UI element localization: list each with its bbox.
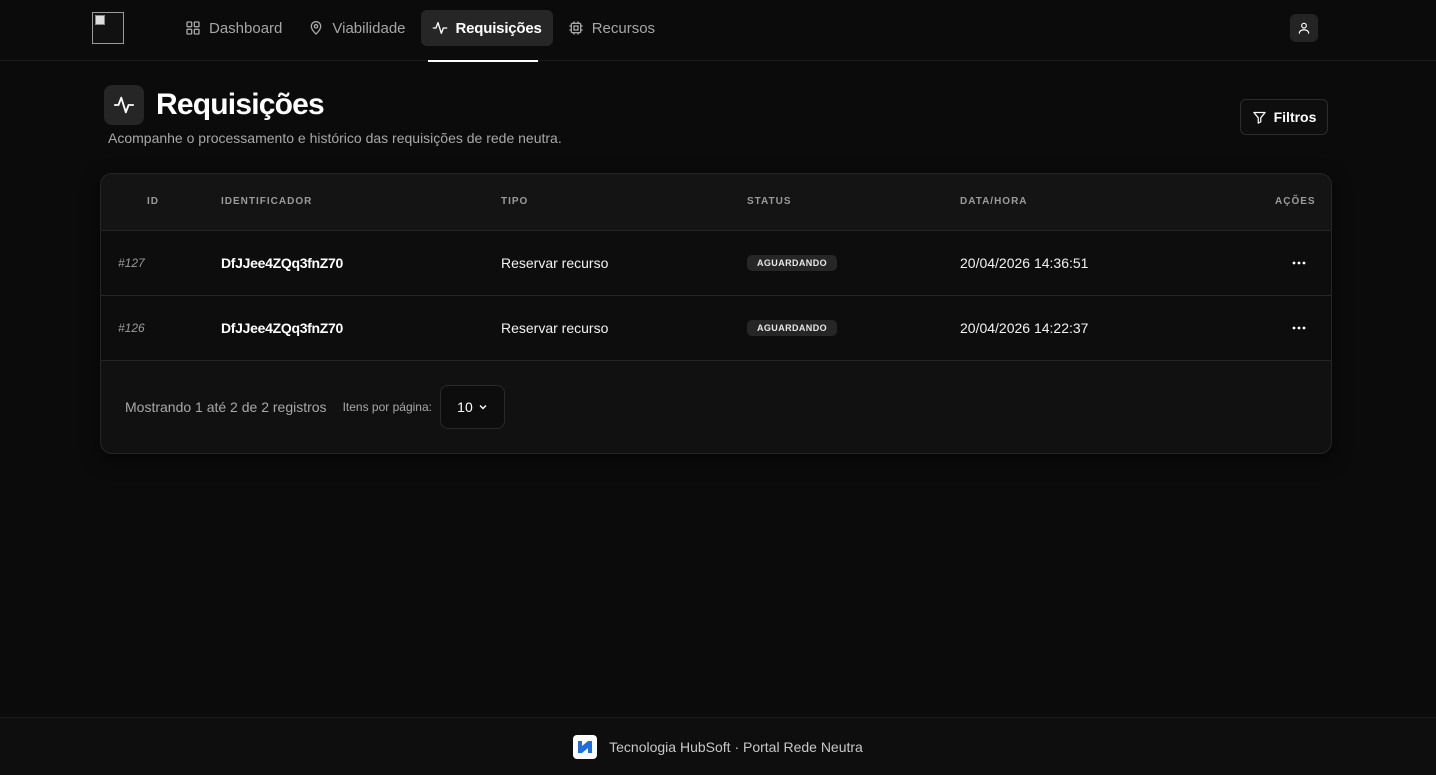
page-subtitle: Acompanhe o processamento e histórico da… bbox=[108, 130, 562, 146]
row-status: AGUARDANDO bbox=[747, 231, 837, 295]
main-nav: Dashboard Viabilidade Requisições Recurs… bbox=[174, 10, 666, 46]
column-header-status: STATUS bbox=[747, 196, 792, 207]
footer: Tecnologia HubSoft · Portal Rede Neutra bbox=[0, 717, 1436, 775]
activity-icon bbox=[113, 96, 135, 114]
user-icon bbox=[1298, 22, 1310, 34]
page-title-icon bbox=[104, 85, 144, 125]
nav-item-viabilidade[interactable]: Viabilidade bbox=[297, 10, 416, 46]
grid-icon bbox=[186, 21, 200, 35]
nav-label: Recursos bbox=[591, 19, 656, 37]
nav-label: Dashboard bbox=[209, 19, 283, 37]
row-tipo: Reservar recurso bbox=[501, 320, 609, 336]
user-menu-button[interactable] bbox=[1290, 14, 1318, 42]
row-id: #127 bbox=[118, 256, 145, 270]
nav-label: Viabilidade bbox=[332, 19, 406, 37]
page-title: Requisições bbox=[156, 88, 325, 121]
footer-text: Tecnologia HubSoft · Portal Rede Neutra bbox=[609, 738, 863, 755]
column-header-tipo: TIPO bbox=[501, 196, 529, 207]
per-page-value: 10 bbox=[457, 399, 473, 415]
more-horizontal-icon bbox=[1292, 326, 1306, 330]
filters-button[interactable]: Filtros bbox=[1240, 99, 1328, 135]
nav-item-recursos[interactable]: Recursos bbox=[557, 10, 666, 46]
nav-label: Requisições bbox=[455, 19, 542, 37]
requests-table-card: ID IDENTIFICADOR TIPO STATUS DATA/HORA A… bbox=[100, 173, 1332, 454]
table-header: ID IDENTIFICADOR TIPO STATUS DATA/HORA A… bbox=[101, 174, 1331, 231]
broken-image-icon bbox=[95, 15, 105, 25]
row-identificador: DfJJee4ZQq3fnZ70 bbox=[221, 320, 344, 336]
column-header-id: ID bbox=[147, 196, 159, 207]
row-datetime: 20/04/2026 14:22:37 bbox=[960, 320, 1089, 336]
table-row[interactable]: #126 DfJJee4ZQq3fnZ70 Reservar recurso A… bbox=[101, 296, 1331, 361]
map-pin-icon bbox=[311, 21, 322, 35]
records-count: Mostrando 1 até 2 de 2 registros bbox=[125, 399, 327, 415]
status-badge: AGUARDANDO bbox=[747, 255, 837, 271]
chevron-down-icon bbox=[479, 405, 487, 410]
row-actions-button[interactable] bbox=[1287, 251, 1311, 275]
pagination-bar: Mostrando 1 até 2 de 2 registros Itens p… bbox=[125, 385, 505, 429]
row-actions bbox=[1287, 296, 1311, 360]
per-page-select[interactable]: 10 bbox=[439, 385, 505, 429]
row-tipo: Reservar recurso bbox=[501, 255, 609, 271]
nav-item-dashboard[interactable]: Dashboard bbox=[174, 10, 293, 46]
column-header-data: DATA/HORA bbox=[960, 196, 1028, 207]
cpu-icon bbox=[569, 21, 583, 35]
top-navigation-bar: Dashboard Viabilidade Requisições Recurs… bbox=[0, 0, 1436, 62]
activity-icon bbox=[432, 22, 447, 34]
row-actions-button[interactable] bbox=[1287, 316, 1311, 340]
row-id: #126 bbox=[118, 321, 145, 335]
column-header-acoes: AÇÕES bbox=[1275, 196, 1316, 207]
row-datetime: 20/04/2026 14:36:51 bbox=[960, 255, 1089, 271]
hubsoft-logo-icon bbox=[578, 740, 593, 753]
filters-label: Filtros bbox=[1273, 109, 1317, 125]
filter-icon bbox=[1252, 111, 1266, 124]
column-header-identificador: IDENTIFICADOR bbox=[221, 196, 313, 207]
active-tab-indicator bbox=[428, 60, 538, 62]
more-horizontal-icon bbox=[1292, 261, 1306, 265]
table-row[interactable]: #127 DfJJee4ZQq3fnZ70 Reservar recurso A… bbox=[101, 231, 1331, 296]
row-status: AGUARDANDO bbox=[747, 296, 837, 360]
row-actions bbox=[1287, 231, 1311, 295]
per-page-label: Itens por página: bbox=[342, 400, 432, 414]
nav-item-requisicoes[interactable]: Requisições bbox=[420, 10, 553, 46]
row-identificador: DfJJee4ZQq3fnZ70 bbox=[221, 255, 344, 271]
status-badge: AGUARDANDO bbox=[747, 320, 837, 336]
hubsoft-logo bbox=[573, 734, 598, 759]
app-logo[interactable] bbox=[92, 12, 124, 44]
